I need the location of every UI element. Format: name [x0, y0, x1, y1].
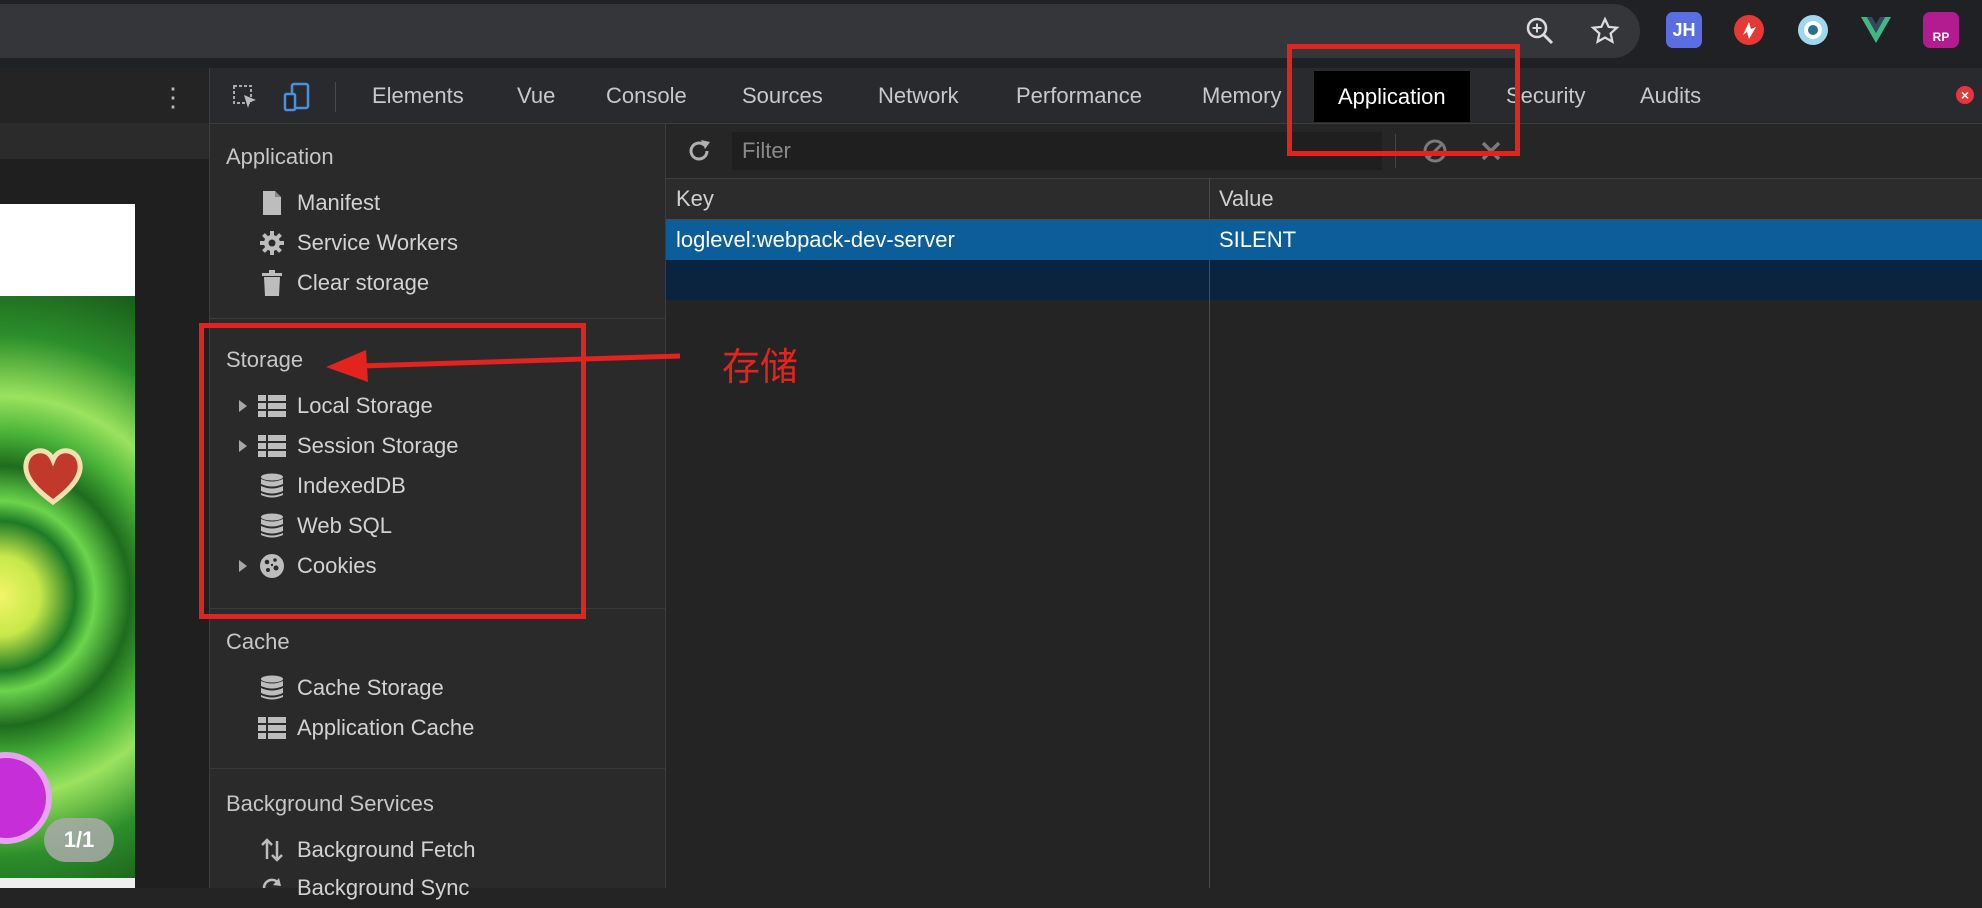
empty-table-row[interactable] [666, 260, 1982, 300]
vue-devtools-extension-icon[interactable] [1858, 12, 1894, 48]
star-icon[interactable] [1588, 14, 1622, 48]
tab-performance-label: Performance [1016, 83, 1142, 108]
row-key-cell[interactable]: loglevel:webpack-dev-server [676, 220, 955, 260]
trash-icon [258, 263, 286, 303]
sidebar-item-cache-storage[interactable]: Cache Storage [0, 668, 455, 708]
refresh-icon[interactable] [680, 132, 718, 170]
document-icon [258, 183, 286, 223]
rp-extension[interactable]: RP [1923, 12, 1959, 48]
tab-audits-label: Audits [1640, 83, 1702, 108]
database-icon [258, 668, 286, 708]
sidebar-item-label: Service Workers [297, 230, 458, 255]
row-value-cell[interactable]: SILENT [1219, 220, 1296, 260]
rp-extension-label: RP [1932, 30, 1950, 44]
tab-memory[interactable]: Memory [1202, 72, 1281, 120]
error-badge-text: × [1960, 87, 1970, 103]
sidebar-item-manifest[interactable]: Manifest [0, 183, 455, 223]
updown-arrows-icon [258, 830, 286, 870]
filter-input[interactable] [732, 132, 1382, 170]
zoom-in-icon[interactable] [1523, 14, 1557, 48]
sidebar-item-label: Background Fetch [297, 837, 476, 862]
annotation-label: 存储 [722, 345, 799, 389]
tab-sources-label: Sources [742, 83, 823, 108]
tab-performance[interactable]: Performance [1016, 72, 1142, 120]
sidebar-item-clear-storage[interactable]: Clear storage [0, 263, 455, 303]
sidebar-item-label: Application Cache [297, 715, 475, 740]
sidebar-item-label: Clear storage [297, 270, 430, 295]
red-extension-icon[interactable] [1731, 12, 1767, 48]
tab-network-label: Network [878, 83, 959, 108]
jh-extension-label: JH [1672, 19, 1696, 40]
sync-icon [258, 868, 286, 908]
column-header-value[interactable]: Value [1219, 179, 1274, 219]
gear-icon [258, 223, 286, 263]
column-divider[interactable] [1209, 179, 1210, 888]
inspect-element-icon[interactable] [228, 80, 262, 114]
sidebar-item-background-sync[interactable]: Background Sync [0, 868, 469, 908]
preview-tab-strip [0, 123, 209, 159]
tab-console-label: Console [606, 83, 687, 108]
tab-sources[interactable]: Sources [742, 72, 823, 120]
highlight-box-application-tab [1287, 44, 1520, 156]
table-header [666, 179, 1982, 220]
sidebar-item-label: Background Sync [297, 875, 470, 900]
section-title-background-services: Background Services [226, 791, 434, 816]
tab-vue[interactable]: Vue [517, 72, 555, 120]
sidebar-item-label: Manifest [297, 190, 381, 215]
table-icon [258, 708, 286, 748]
eye-extension-icon[interactable] [1795, 12, 1831, 48]
sidebar-item-background-fetch[interactable]: Background Fetch [0, 830, 476, 870]
tab-elements-label: Elements [372, 83, 464, 108]
sidebar-item-service-workers[interactable]: Service Workers [0, 223, 458, 263]
more-options-icon[interactable]: ⋮ [160, 80, 186, 114]
sidebar-item-label: Cache Storage [297, 675, 444, 700]
column-header-key[interactable]: Key [676, 179, 714, 219]
annotation-arrow-icon [322, 340, 682, 392]
tab-vue-label: Vue [517, 83, 556, 108]
section-divider [210, 768, 665, 769]
tab-memory-label: Memory [1202, 83, 1282, 108]
toolbar-separator [335, 82, 336, 112]
tab-network[interactable]: Network [878, 72, 959, 120]
section-title-cache: Cache [226, 629, 290, 654]
section-divider [210, 318, 665, 319]
section-title-application: Application [226, 144, 334, 169]
jh-extension[interactable]: JH [1666, 12, 1702, 48]
tab-console[interactable]: Console [606, 72, 687, 120]
error-badge[interactable]: × [1956, 86, 1974, 104]
sidebar-item-application-cache[interactable]: Application Cache [0, 708, 474, 748]
tab-elements[interactable]: Elements [372, 72, 464, 120]
tab-audits[interactable]: Audits [1640, 72, 1701, 120]
device-toolbar-icon[interactable] [280, 80, 314, 114]
